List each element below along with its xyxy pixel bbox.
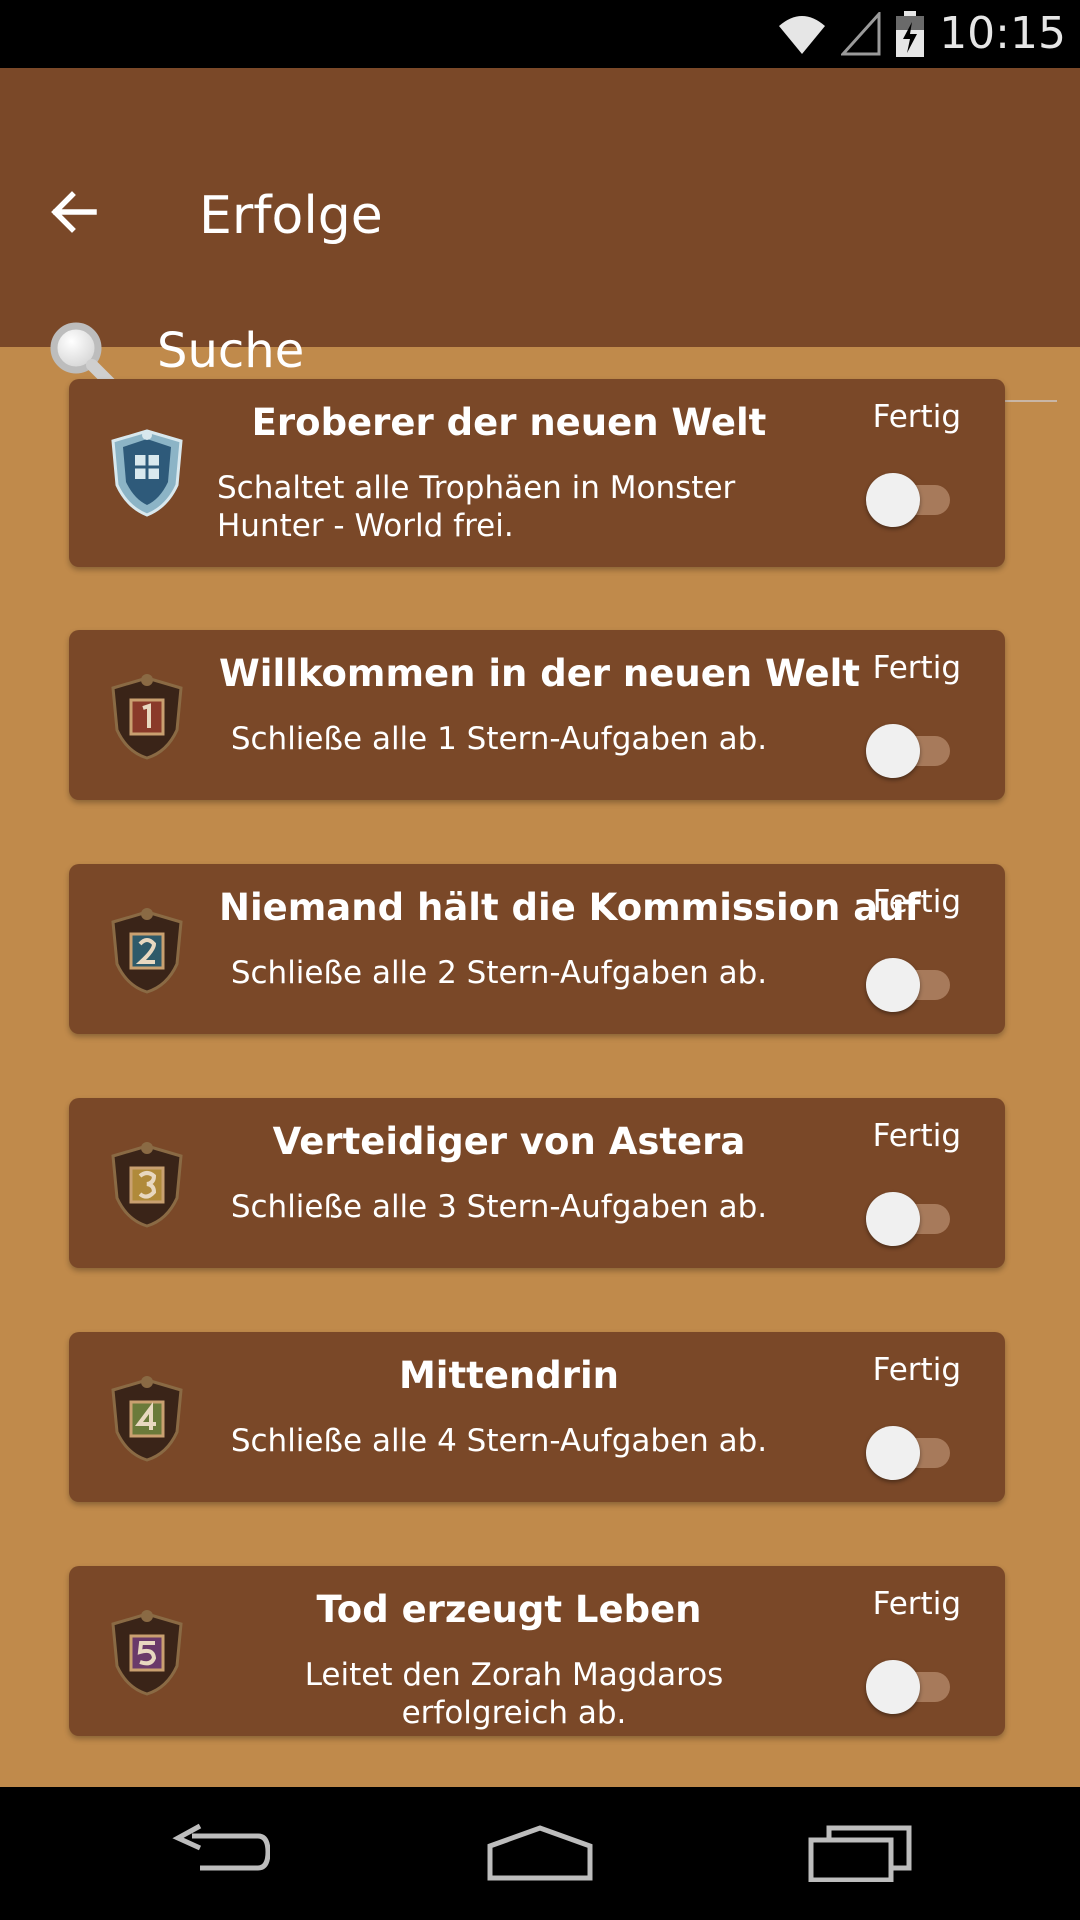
achievement-card[interactable]: Willkommen in der neuen Welt Schließe al…	[69, 630, 1005, 800]
done-label: Fertig	[872, 1586, 961, 1622]
status-bar: 10:15	[0, 0, 1080, 68]
achievement-description: Leitet den Zorah Magdaros erfolgreich ab…	[304, 1657, 724, 1731]
page-title: Erfolge	[199, 186, 383, 246]
navigation-bar	[0, 1787, 1080, 1920]
rank-5-emblem-icon	[111, 1610, 183, 1696]
done-label: Fertig	[872, 1352, 961, 1388]
battery-charging-icon	[896, 11, 925, 57]
back-nav-icon	[172, 1823, 270, 1871]
toggle-thumb	[866, 473, 920, 527]
achievement-title: Eroberer der neuen Welt	[251, 401, 767, 444]
achievement-title: Mittendrin	[398, 1354, 620, 1397]
done-label: Fertig	[872, 1118, 961, 1154]
done-label: Fertig	[872, 650, 961, 686]
toggle-thumb	[866, 1660, 920, 1714]
achievement-description: Schließe alle 1 Stern-Aufgaben ab.	[230, 721, 768, 757]
back-button[interactable]	[30, 172, 118, 252]
done-toggle[interactable]	[866, 1186, 958, 1246]
rank-3-emblem-icon	[111, 1142, 183, 1228]
back-arrow-icon	[51, 191, 97, 233]
achievement-description: Schließe alle 2 Stern-Aufgaben ab.	[230, 955, 768, 991]
achievement-card[interactable]: Eroberer der neuen Welt Schaltet alle Tr…	[69, 379, 1005, 567]
home-nav-icon	[487, 1825, 593, 1881]
recents-nav-icon	[808, 1825, 912, 1882]
signal-icon	[841, 12, 881, 56]
toggle-thumb	[866, 724, 920, 778]
achievement-title: Niemand hält die Kommission auf	[219, 886, 921, 929]
rank-4-emblem-icon	[111, 1376, 183, 1462]
achievement-title: Tod erzeugt Leben	[316, 1588, 702, 1631]
toggle-thumb	[866, 1192, 920, 1246]
crest-emblem-icon	[111, 429, 183, 517]
done-toggle[interactable]	[866, 1420, 958, 1480]
rank-1-emblem-icon	[111, 674, 183, 760]
toggle-thumb	[866, 1426, 920, 1480]
achievement-title: Verteidiger von Astera	[272, 1120, 746, 1163]
nav-recents-button[interactable]	[795, 1807, 925, 1897]
done-label: Fertig	[872, 884, 961, 920]
done-toggle[interactable]	[866, 467, 958, 527]
wifi-icon	[779, 16, 826, 54]
done-label: Fertig	[872, 399, 961, 435]
achievement-description: Schließe alle 4 Stern-Aufgaben ab.	[230, 1423, 768, 1459]
status-icons: 10:15	[777, 0, 1066, 68]
achievement-card[interactable]: Verteidiger von Astera Schließe alle 3 S…	[69, 1098, 1005, 1268]
achievement-list[interactable]: Eroberer der neuen Welt Schaltet alle Tr…	[0, 347, 1080, 1787]
done-toggle[interactable]	[866, 718, 958, 778]
done-toggle[interactable]	[866, 1654, 958, 1714]
nav-home-button[interactable]	[475, 1807, 605, 1897]
achievement-description: Schließe alle 3 Stern-Aufgaben ab.	[230, 1189, 768, 1225]
achievement-card[interactable]: Niemand hält die Kommission auf Schließe…	[69, 864, 1005, 1034]
achievement-title: Willkommen in der neuen Welt	[219, 652, 860, 695]
achievement-description: Schaltet alle Trophäen in Monster Hunter…	[217, 470, 736, 544]
nav-back-button[interactable]	[155, 1807, 285, 1897]
achievement-card[interactable]: Tod erzeugt Leben Leitet den Zorah Magda…	[69, 1566, 1005, 1736]
done-toggle[interactable]	[866, 952, 958, 1012]
rank-2-emblem-icon	[111, 908, 183, 994]
toggle-thumb	[866, 958, 920, 1012]
app-bar: Erfolge	[0, 68, 1080, 402]
achievement-card[interactable]: Mittendrin Schließe alle 4 Stern-Aufgabe…	[69, 1332, 1005, 1502]
status-time: 10:15	[939, 8, 1066, 59]
